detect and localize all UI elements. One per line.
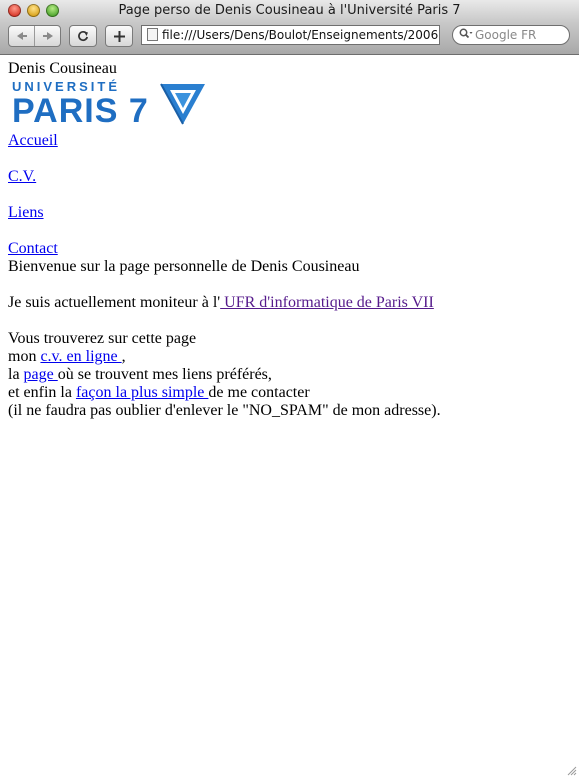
back-forward-group bbox=[8, 25, 61, 47]
cv-online-link[interactable]: c.v. en ligne bbox=[40, 348, 121, 365]
nav-link-accueil[interactable]: Accueil bbox=[8, 132, 58, 149]
author-name: Denis Cousineau bbox=[8, 60, 117, 77]
address-bar-text: file:///Users/Dens/Boulot/Enseignements/… bbox=[162, 28, 439, 42]
logo-big-text: PARIS 7 bbox=[12, 92, 149, 130]
contact-line-suffix: de me contacter bbox=[208, 384, 310, 401]
nav-link-contact[interactable]: Contact bbox=[8, 240, 58, 257]
search-placeholder: Google FR bbox=[475, 28, 537, 42]
page-content: Denis Cousineau UNIVERSITÉ PARIS 7 Accue… bbox=[8, 60, 571, 420]
contact-simple-link[interactable]: façon la plus simple bbox=[76, 384, 208, 401]
reload-button[interactable] bbox=[69, 25, 97, 47]
university-logo: UNIVERSITÉ PARIS 7 bbox=[12, 80, 571, 128]
welcome-text: Bienvenue sur la page personnelle de Den… bbox=[8, 258, 360, 275]
contact-line-prefix: et enfin la bbox=[8, 384, 76, 401]
links-page-link[interactable]: page bbox=[24, 366, 58, 383]
nav-link-liens[interactable]: Liens bbox=[8, 204, 44, 221]
title-bar: Page perso de Denis Cousineau à l'Univer… bbox=[0, 0, 579, 22]
moniteur-line: Je suis actuellement moniteur à l' UFR d… bbox=[8, 294, 571, 312]
reload-icon bbox=[78, 31, 89, 41]
search-icon bbox=[459, 26, 473, 44]
close-window-button[interactable] bbox=[8, 4, 21, 17]
cv-line-suffix: , bbox=[121, 348, 126, 365]
minimize-window-button[interactable] bbox=[27, 4, 40, 17]
cv-line-prefix: mon bbox=[8, 348, 41, 365]
page-line: la page où se trouvent mes liens préféré… bbox=[8, 366, 571, 384]
page-icon bbox=[147, 28, 158, 41]
ufr-link[interactable]: UFR d'informatique de Paris VII bbox=[220, 294, 434, 311]
nav-link-cv[interactable]: C.V. bbox=[8, 168, 36, 185]
intro-text: Vous trouverez sur cette page bbox=[8, 330, 197, 347]
window-title: Page perso de Denis Cousineau à l'Univer… bbox=[118, 3, 461, 18]
add-bookmark-button[interactable] bbox=[105, 25, 133, 47]
forward-button[interactable] bbox=[34, 26, 60, 46]
forward-arrow-icon bbox=[42, 32, 53, 40]
plus-icon bbox=[113, 30, 125, 42]
page-line-suffix: où se trouvent mes liens préférés, bbox=[57, 366, 272, 383]
cv-line: mon c.v. en ligne , bbox=[8, 348, 571, 366]
back-button[interactable] bbox=[9, 26, 34, 46]
address-bar[interactable]: file:///Users/Dens/Boulot/Enseignements/… bbox=[141, 25, 440, 45]
back-arrow-icon bbox=[16, 32, 27, 40]
browser-toolbar: file:///Users/Dens/Boulot/Enseignements/… bbox=[0, 22, 579, 55]
paris7-triangle-logo-icon bbox=[159, 83, 205, 125]
search-field[interactable]: Google FR bbox=[452, 25, 570, 45]
page-line-prefix: la bbox=[8, 366, 24, 383]
resize-grip-icon[interactable] bbox=[565, 764, 577, 776]
no-spam-note: (il ne faudra pas oublier d'enlever le "… bbox=[8, 402, 441, 419]
contact-line: et enfin la façon la plus simple de me c… bbox=[8, 384, 571, 402]
window-controls bbox=[8, 4, 59, 17]
moniteur-prefix: Je suis actuellement moniteur à l' bbox=[8, 294, 221, 311]
zoom-window-button[interactable] bbox=[46, 4, 59, 17]
